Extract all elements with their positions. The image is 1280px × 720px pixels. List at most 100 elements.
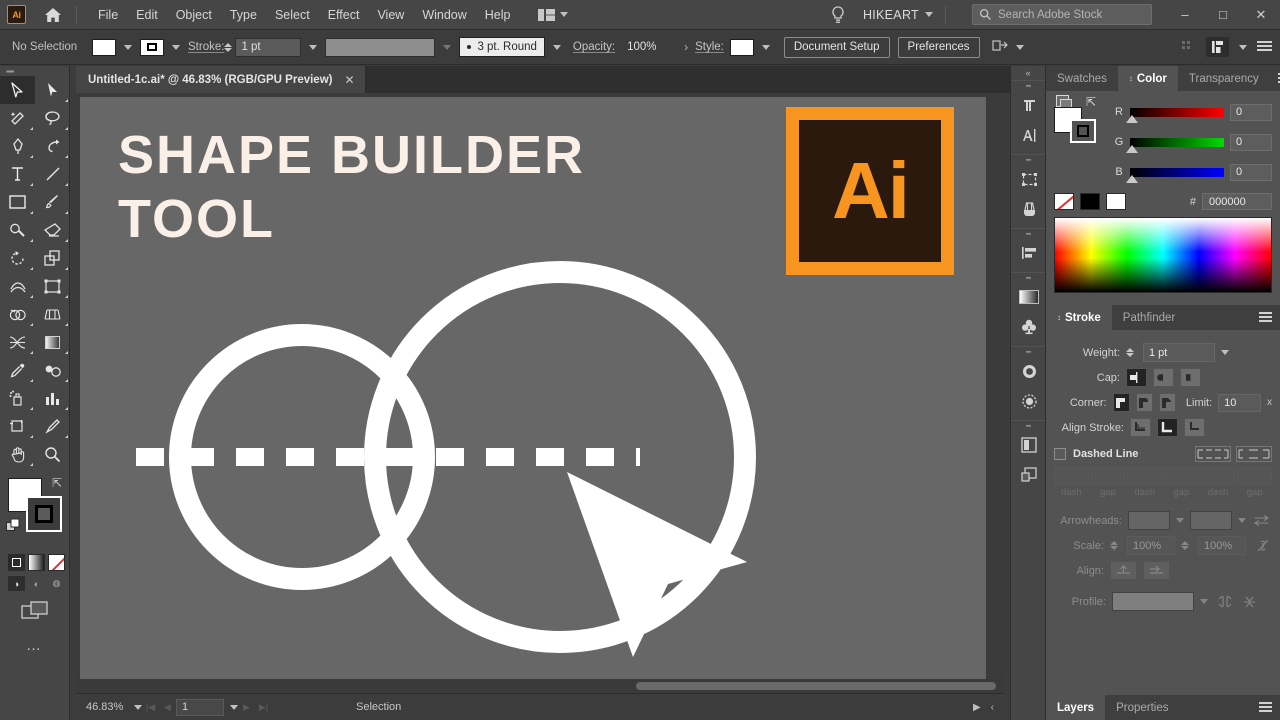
blend-tool[interactable]	[35, 356, 70, 384]
slice-tool[interactable]	[35, 412, 70, 440]
color-spectrum-ramp[interactable]	[1054, 217, 1272, 293]
variable-width-profile[interactable]	[325, 38, 435, 57]
align-icon[interactable]	[1011, 238, 1047, 268]
artboard-chevron-icon[interactable]	[230, 705, 238, 710]
slider-value-g[interactable]: 0	[1230, 134, 1272, 151]
brush-chevron-icon[interactable]	[553, 45, 561, 50]
align-stroke-inside-button[interactable]	[1157, 418, 1178, 437]
draw-normal-mode-button[interactable]: ◑	[8, 576, 25, 591]
eyedropper-tool[interactable]	[0, 356, 35, 384]
slider-knob-r[interactable]	[1126, 115, 1138, 123]
gap-field-3[interactable]	[1237, 467, 1272, 485]
slider-value-r[interactable]: 0	[1230, 104, 1272, 121]
slider-knob-g[interactable]	[1126, 145, 1138, 153]
toolbar-grip[interactable]: ▪▪▪▪	[0, 66, 69, 76]
preferences-button[interactable]: Preferences	[898, 37, 980, 58]
gradient-fill-mode-button[interactable]	[28, 554, 45, 571]
draw-inside-mode-button[interactable]: ◍	[48, 576, 65, 591]
dock-grip-5[interactable]: ▪▪▪	[1011, 349, 1045, 356]
butt-cap-button[interactable]	[1126, 368, 1147, 387]
scale-end-stepper[interactable]	[1181, 541, 1189, 550]
scale-tool[interactable]	[35, 244, 70, 272]
profile-chevron-icon[interactable]	[1200, 599, 1208, 604]
scale-start-field[interactable]: 100%	[1127, 536, 1175, 555]
zoom-level[interactable]: 46.83%	[86, 701, 134, 713]
paintbrush-tool[interactable]	[35, 188, 70, 216]
mesh-tool[interactable]	[0, 328, 35, 356]
bevel-join-button[interactable]	[1159, 393, 1176, 412]
stroke-weight-chevron-icon[interactable]	[309, 45, 317, 50]
color-panel-menu[interactable]	[1270, 66, 1280, 91]
tab-layers[interactable]: Layers	[1046, 695, 1105, 720]
status-expand-icon[interactable]: ▶	[973, 702, 981, 713]
control-bar-menu-icon[interactable]	[1257, 41, 1272, 53]
flip-along-icon[interactable]	[1217, 595, 1233, 608]
lasso-tool[interactable]	[35, 104, 70, 132]
gap-field-2[interactable]	[1164, 467, 1199, 485]
screen-mode-button[interactable]	[0, 591, 69, 623]
column-graph-tool[interactable]	[35, 384, 70, 412]
character-icon[interactable]	[1011, 120, 1047, 150]
bottom-panel-menu[interactable]	[1251, 695, 1280, 720]
close-icon[interactable]: ✕	[344, 73, 354, 87]
menu-file[interactable]: File	[89, 3, 127, 27]
none-swatch[interactable]	[1054, 193, 1074, 210]
arrowhead-end-chevron-icon[interactable]	[1238, 518, 1246, 523]
stroke-weight-stepper[interactable]	[224, 43, 232, 52]
flip-across-icon[interactable]	[1242, 595, 1257, 609]
type-tool[interactable]	[0, 160, 35, 188]
round-join-button[interactable]	[1136, 393, 1153, 412]
arrange-chevron-icon[interactable]	[1016, 45, 1024, 50]
align-stroke-outside-button[interactable]	[1184, 418, 1205, 437]
opacity-field[interactable]: 100%	[621, 38, 677, 57]
scale-start-stepper[interactable]	[1110, 541, 1118, 550]
rectangle-tool[interactable]	[0, 188, 35, 216]
dock-grip-3[interactable]: ▪▪▪	[1011, 231, 1045, 238]
place-arrow-tip-button[interactable]	[1143, 561, 1170, 580]
graphic-styles-icon[interactable]	[1011, 386, 1047, 416]
status-collapse-icon[interactable]: ‹	[991, 702, 994, 713]
arrowhead-end-select[interactable]	[1190, 511, 1232, 530]
search-adobe-stock[interactable]: Search Adobe Stock	[972, 4, 1152, 25]
width-tool[interactable]	[0, 272, 35, 300]
shaper-tool[interactable]	[0, 216, 35, 244]
color-group-icon[interactable]	[1056, 95, 1069, 107]
brushes-icon[interactable]	[1011, 194, 1047, 224]
stroke-dropdown-chevron-icon[interactable]	[172, 45, 180, 50]
document-setup-button[interactable]: Document Setup	[784, 37, 890, 58]
last-artboard-icon[interactable]: ▶|	[255, 702, 272, 713]
weight-chevron-icon[interactable]	[1221, 350, 1229, 355]
white-swatch[interactable]	[1106, 193, 1126, 210]
swap-colors-icon[interactable]: ⇱	[1086, 95, 1096, 109]
dashed-line-checkbox[interactable]	[1054, 448, 1066, 460]
width-profile-select[interactable]	[1112, 592, 1194, 611]
paragraph-icon[interactable]	[1011, 90, 1047, 120]
menu-help[interactable]: Help	[476, 3, 520, 27]
color-fill-mode-button[interactable]	[8, 554, 25, 571]
user-menu-chevron-icon[interactable]	[925, 12, 933, 17]
canvas-horizontal-scrollbar[interactable]	[76, 679, 1004, 693]
rotate-tool[interactable]	[0, 244, 35, 272]
menu-object[interactable]: Object	[167, 3, 221, 27]
link-scales-icon[interactable]	[1256, 538, 1270, 553]
arrange-documents-icon[interactable]	[992, 40, 1009, 55]
shape-builder-tool[interactable]	[0, 300, 35, 328]
tab-color[interactable]: ↕ Color	[1118, 66, 1178, 91]
projecting-cap-button[interactable]	[1180, 368, 1201, 387]
curvature-tool[interactable]	[35, 132, 70, 160]
minimize-button[interactable]: –	[1166, 0, 1204, 30]
slider-track-b[interactable]	[1130, 168, 1224, 177]
black-swatch[interactable]	[1080, 193, 1100, 210]
width-profile-chevron-icon[interactable]	[443, 45, 451, 50]
hex-value-field[interactable]: 000000	[1202, 193, 1272, 210]
dock-grip-6[interactable]: ▪▪▪	[1011, 423, 1045, 430]
workspace-switcher[interactable]	[534, 6, 572, 24]
first-artboard-icon[interactable]: |◀	[142, 702, 159, 713]
home-icon[interactable]	[42, 5, 64, 25]
menu-select[interactable]: Select	[266, 3, 319, 27]
graphic-style-swatch[interactable]	[730, 39, 754, 56]
artboard-number-field[interactable]: 1	[176, 699, 224, 716]
weight-stepper[interactable]	[1126, 348, 1134, 357]
next-artboard-icon[interactable]: ▶	[238, 702, 255, 713]
menu-type[interactable]: Type	[221, 3, 266, 27]
